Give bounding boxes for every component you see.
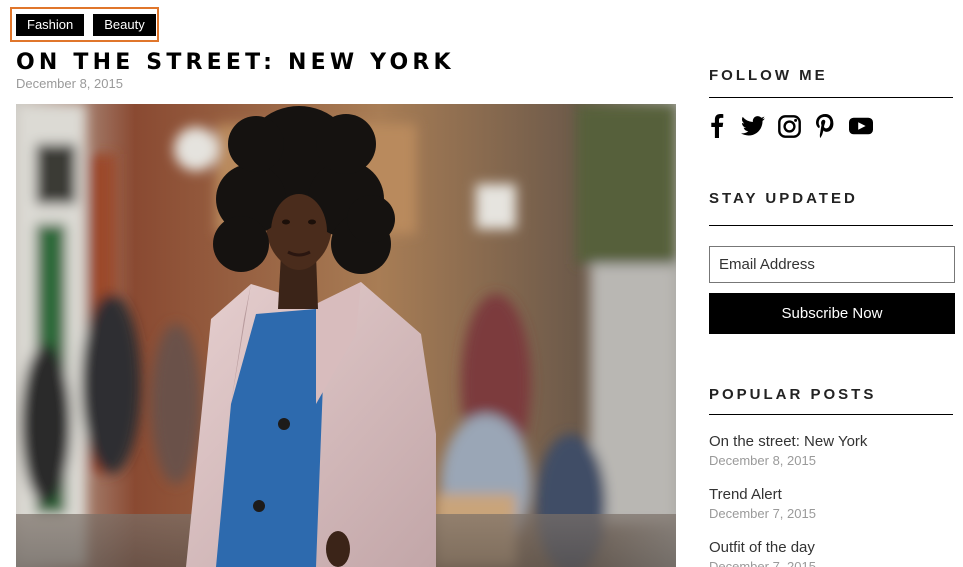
youtube-icon[interactable] [849,113,873,139]
facebook-icon[interactable] [705,113,729,139]
popular-post-item[interactable]: On the street: New York December 8, 2015 [709,433,959,486]
popular-post-date: December 8, 2015 [709,453,816,468]
popular-post-item[interactable]: Outfit of the day December 7, 2015 [709,539,959,567]
popular-posts-list: On the street: New York December 8, 2015… [709,433,959,567]
popular-post-title[interactable]: Outfit of the day [709,539,959,557]
popular-post-title[interactable]: Trend Alert [709,486,959,504]
divider [709,225,953,226]
popular-post-item[interactable]: Trend Alert December 7, 2015 [709,486,959,539]
tag-fashion[interactable]: Fashion [16,13,85,36]
tag-bar: Fashion Beauty [10,7,159,42]
popular-heading: POPULAR POSTS [709,386,877,403]
pinterest-icon[interactable] [813,113,837,139]
divider [709,97,953,98]
twitter-icon[interactable] [741,113,765,139]
follow-heading: FOLLOW ME [709,67,828,84]
email-input[interactable] [709,246,955,283]
divider [709,414,953,415]
hero-image[interactable] [16,104,676,567]
popular-post-title[interactable]: On the street: New York [709,433,959,451]
social-links [705,113,873,139]
popular-post-date: December 7, 2015 [709,506,816,521]
post-date: December 8, 2015 [16,76,123,91]
subscribe-button[interactable]: Subscribe Now [709,293,955,334]
tag-beauty[interactable]: Beauty [93,13,156,36]
popular-post-date: December 7, 2015 [709,559,816,567]
street-photo-illustration [16,104,676,567]
subscribe-heading: STAY UPDATED [709,190,858,207]
post-title: ON THE STREET: NEW YORK [16,50,455,75]
instagram-icon[interactable] [777,113,801,139]
